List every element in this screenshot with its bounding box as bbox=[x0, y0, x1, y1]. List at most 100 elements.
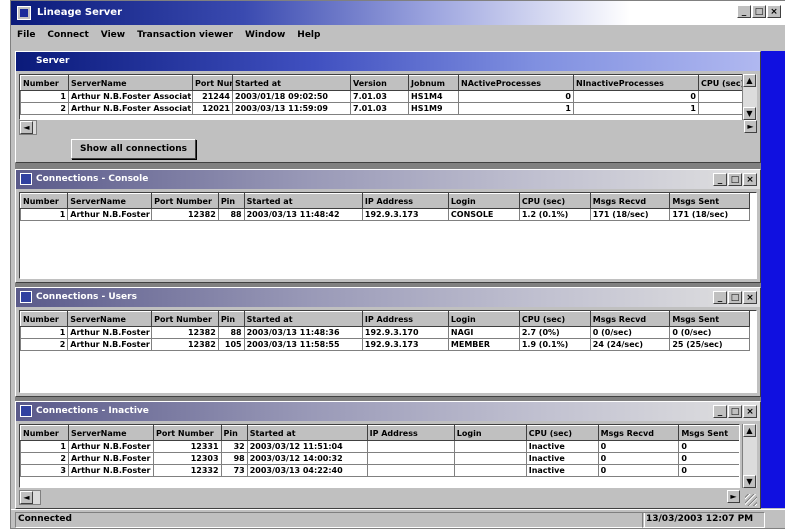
column-header[interactable]: IP Address bbox=[361, 311, 449, 327]
column-header[interactable]: Msgs Sent bbox=[669, 193, 750, 209]
console-table: Number ServerName Port Number Pin Started at… bbox=[20, 193, 750, 221]
column-header[interactable]: CPU (sec) bbox=[525, 425, 599, 441]
table-row[interactable]: 1 Arthur N.B.Foster Associat 21244 2003/01/… bbox=[20, 90, 756, 103]
column-header[interactable]: Port Number bbox=[152, 425, 222, 441]
scroll-left-icon[interactable]: ◄ bbox=[20, 121, 33, 134]
column-header[interactable]: Started at bbox=[246, 425, 368, 441]
column-header[interactable]: Msgs Recvd bbox=[589, 311, 671, 327]
server-vertical-scrollbar[interactable]: ▲ ▼ bbox=[742, 74, 757, 120]
column-header[interactable]: ServerName bbox=[67, 425, 154, 441]
column-header[interactable]: Number bbox=[20, 311, 69, 327]
resize-grip-icon[interactable] bbox=[745, 494, 757, 506]
maximize-button[interactable]: □ bbox=[752, 5, 766, 18]
close-button[interactable]: × bbox=[743, 405, 757, 418]
column-header[interactable]: Login bbox=[453, 425, 527, 441]
scroll-up-icon[interactable]: ▲ bbox=[743, 424, 756, 437]
server-horizontal-scrollbar[interactable]: ◄ bbox=[19, 120, 37, 135]
column-header[interactable]: NInactiveProcesses bbox=[573, 75, 699, 91]
column-header[interactable]: Pin bbox=[220, 425, 248, 441]
column-header[interactable]: Started at bbox=[243, 311, 363, 327]
column-header[interactable]: Port Number bbox=[151, 311, 219, 327]
table-cell: 1.9 (0.1%) bbox=[518, 338, 591, 351]
column-header[interactable]: IP Address bbox=[366, 425, 455, 441]
app-titlebar[interactable]: Lineage Server _ □ × bbox=[11, 1, 785, 25]
minimize-button[interactable]: _ bbox=[713, 291, 727, 304]
column-header[interactable]: ServerName bbox=[67, 311, 153, 327]
column-header[interactable]: Msgs Recvd bbox=[589, 193, 671, 209]
column-header[interactable]: Number bbox=[20, 425, 69, 441]
menu-file[interactable]: File bbox=[17, 27, 35, 43]
scroll-down-icon[interactable]: ▼ bbox=[743, 475, 756, 488]
maximize-button[interactable]: □ bbox=[728, 405, 742, 418]
column-header[interactable]: Msgs Sent bbox=[669, 311, 750, 327]
minimize-button[interactable]: _ bbox=[737, 5, 751, 18]
column-header[interactable]: Started at bbox=[232, 75, 351, 91]
server-panel-titlebar[interactable]: Server bbox=[16, 52, 760, 71]
column-header[interactable]: Port Number bbox=[151, 193, 219, 209]
column-header[interactable]: Version bbox=[350, 75, 409, 91]
column-header[interactable]: Number bbox=[20, 75, 69, 91]
column-header[interactable]: Jobnum bbox=[408, 75, 459, 91]
column-header[interactable]: IP Address bbox=[361, 193, 449, 209]
inactive-horizontal-scrollbar[interactable]: ◄ bbox=[19, 490, 41, 505]
table-cell: 0 (0/sec) bbox=[589, 326, 671, 339]
table-cell: HS1M4 bbox=[408, 90, 459, 103]
scroll-down-icon[interactable]: ▼ bbox=[743, 107, 756, 120]
users-grid[interactable]: Number ServerName Port Number Pin Started at… bbox=[19, 310, 757, 393]
table-row[interactable]: 2 Arthur N.B.Foster Associat 12021 2003/03/… bbox=[20, 102, 756, 115]
table-cell bbox=[453, 452, 527, 465]
menu-transaction-viewer[interactable]: Transaction viewer bbox=[137, 27, 233, 43]
scroll-up-icon[interactable]: ▲ bbox=[743, 74, 756, 87]
inactive-panel-titlebar[interactable]: Connections - Inactive _ □ × bbox=[16, 402, 760, 421]
table-row[interactable]: 2 Arthur N.B.Foster 12382 105 2003/03/13 11:… bbox=[20, 338, 750, 351]
server-grid[interactable]: NumberServerNamePort NumberStarted atVer… bbox=[19, 74, 757, 120]
column-header[interactable]: NActiveProcesses bbox=[458, 75, 574, 91]
table-row[interactable]: 3 Arthur N.B.Foster 12332 73 2003/03/13 04:2… bbox=[20, 464, 739, 477]
console-panel-titlebar[interactable]: Connections - Console _ □ × bbox=[16, 170, 760, 189]
table-cell bbox=[366, 440, 455, 453]
close-button[interactable]: × bbox=[743, 291, 757, 304]
column-header[interactable]: Port Number bbox=[192, 75, 233, 91]
column-header[interactable]: Pin bbox=[217, 193, 245, 209]
column-header[interactable]: ServerName bbox=[68, 75, 193, 91]
minimize-button[interactable]: _ bbox=[713, 173, 727, 186]
menu-help[interactable]: Help bbox=[297, 27, 320, 43]
menu-view[interactable]: View bbox=[101, 27, 125, 43]
scroll-right-icon[interactable]: ► bbox=[744, 120, 757, 133]
column-header[interactable]: Msgs Sent bbox=[678, 425, 739, 441]
inactive-vertical-scrollbar[interactable]: ▲ ▼ bbox=[742, 424, 757, 488]
table-row[interactable]: 1 Arthur N.B.Foster 12331 32 2003/03/12 11:5… bbox=[20, 440, 739, 453]
inactive-grid[interactable]: Number ServerName Port Number Pin Started at… bbox=[19, 424, 740, 488]
column-header[interactable]: Number bbox=[20, 193, 69, 209]
column-header[interactable]: CPU (sec) bbox=[518, 193, 591, 209]
column-header[interactable]: Msgs Recvd bbox=[597, 425, 680, 441]
table-row[interactable]: 1 Arthur N.B.Foster 12382 88 2003/03/13 11:4… bbox=[20, 208, 750, 221]
scroll-right-icon[interactable]: ► bbox=[727, 490, 740, 503]
column-header[interactable]: Pin bbox=[217, 311, 245, 327]
connection-status: Connected bbox=[15, 512, 645, 528]
console-grid[interactable]: Number ServerName Port Number Pin Started at… bbox=[19, 192, 757, 279]
menu-connect[interactable]: Connect bbox=[47, 27, 88, 43]
close-button[interactable]: × bbox=[767, 5, 781, 18]
column-header[interactable]: Started at bbox=[243, 193, 363, 209]
column-header[interactable]: Login bbox=[447, 193, 520, 209]
table-cell: 192.9.3.173 bbox=[361, 208, 449, 221]
menu-window[interactable]: Window bbox=[245, 27, 285, 43]
column-header[interactable]: CPU (sec) bbox=[518, 311, 591, 327]
table-row[interactable]: 1 Arthur N.B.Foster 12382 88 2003/03/13 11:4… bbox=[20, 326, 750, 339]
users-panel-titlebar[interactable]: Connections - Users _ □ × bbox=[16, 288, 760, 307]
column-header[interactable]: Login bbox=[447, 311, 520, 327]
table-cell: 1 bbox=[20, 440, 69, 453]
table-cell: 2003/03/12 14:00:32 bbox=[246, 452, 368, 465]
maximize-button[interactable]: □ bbox=[728, 173, 742, 186]
table-row[interactable]: 2 Arthur N.B.Foster 12303 98 2003/03/12 14:0… bbox=[20, 452, 739, 465]
show-all-connections-button[interactable]: Show all connections bbox=[71, 139, 197, 159]
scroll-left-icon[interactable]: ◄ bbox=[20, 491, 33, 504]
maximize-button[interactable]: □ bbox=[728, 291, 742, 304]
table-cell: 192.9.3.173 bbox=[361, 338, 449, 351]
minimize-button[interactable]: _ bbox=[713, 405, 727, 418]
server-panel-title: Server bbox=[36, 56, 70, 66]
close-button[interactable]: × bbox=[743, 173, 757, 186]
column-header[interactable]: ServerName bbox=[67, 193, 153, 209]
table-cell: Inactive bbox=[525, 440, 599, 453]
